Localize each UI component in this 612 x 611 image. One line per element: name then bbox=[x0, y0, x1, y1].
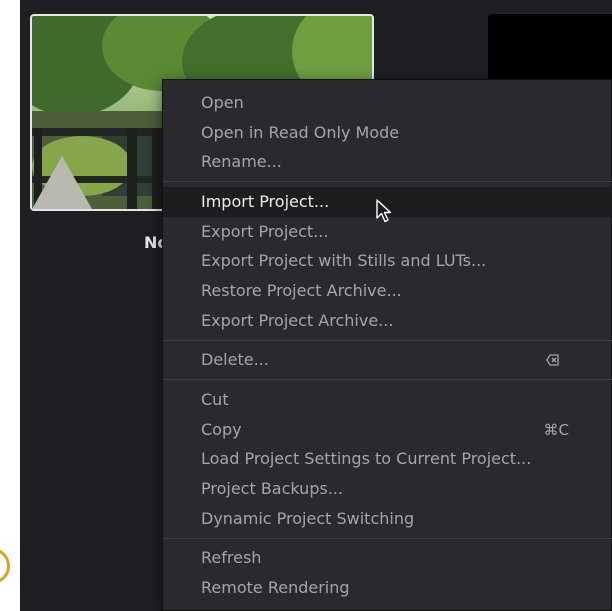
menu-item-export-with-stills[interactable]: Export Project with Stills and LUTs... bbox=[163, 246, 612, 276]
menu-separator bbox=[163, 538, 612, 539]
context-menu: Open Open in Read Only Mode Rename... Im… bbox=[162, 79, 612, 611]
menu-item-project-backups[interactable]: Project Backups... bbox=[163, 474, 612, 504]
menu-item-open-read-only[interactable]: Open in Read Only Mode bbox=[163, 118, 612, 148]
delete-icon bbox=[546, 354, 559, 366]
menu-item-remote-rendering[interactable]: Remote Rendering bbox=[163, 573, 612, 603]
menu-item-refresh[interactable]: Refresh bbox=[163, 543, 612, 573]
menu-item-export-archive[interactable]: Export Project Archive... bbox=[163, 306, 612, 336]
menu-item-copy-label: Copy bbox=[201, 420, 242, 439]
menu-item-rename[interactable]: Rename... bbox=[163, 147, 612, 177]
left-panel-edge bbox=[0, 0, 20, 611]
mouse-cursor-icon bbox=[376, 199, 392, 223]
menu-item-copy-shortcut: ⌘C bbox=[543, 421, 569, 439]
menu-item-dynamic-switching[interactable]: Dynamic Project Switching bbox=[163, 504, 612, 534]
menu-separator bbox=[163, 340, 612, 341]
menu-item-delete-label: Delete... bbox=[201, 350, 269, 369]
menu-item-delete[interactable]: Delete... bbox=[163, 345, 612, 375]
menu-item-copy[interactable]: Copy ⌘C bbox=[163, 415, 612, 445]
menu-separator bbox=[163, 379, 612, 380]
menu-item-open[interactable]: Open bbox=[163, 88, 612, 118]
menu-item-load-settings[interactable]: Load Project Settings to Current Project… bbox=[163, 444, 612, 474]
menu-separator bbox=[163, 181, 612, 182]
menu-item-restore-archive[interactable]: Restore Project Archive... bbox=[163, 276, 612, 306]
menu-item-cut[interactable]: Cut bbox=[163, 385, 612, 415]
